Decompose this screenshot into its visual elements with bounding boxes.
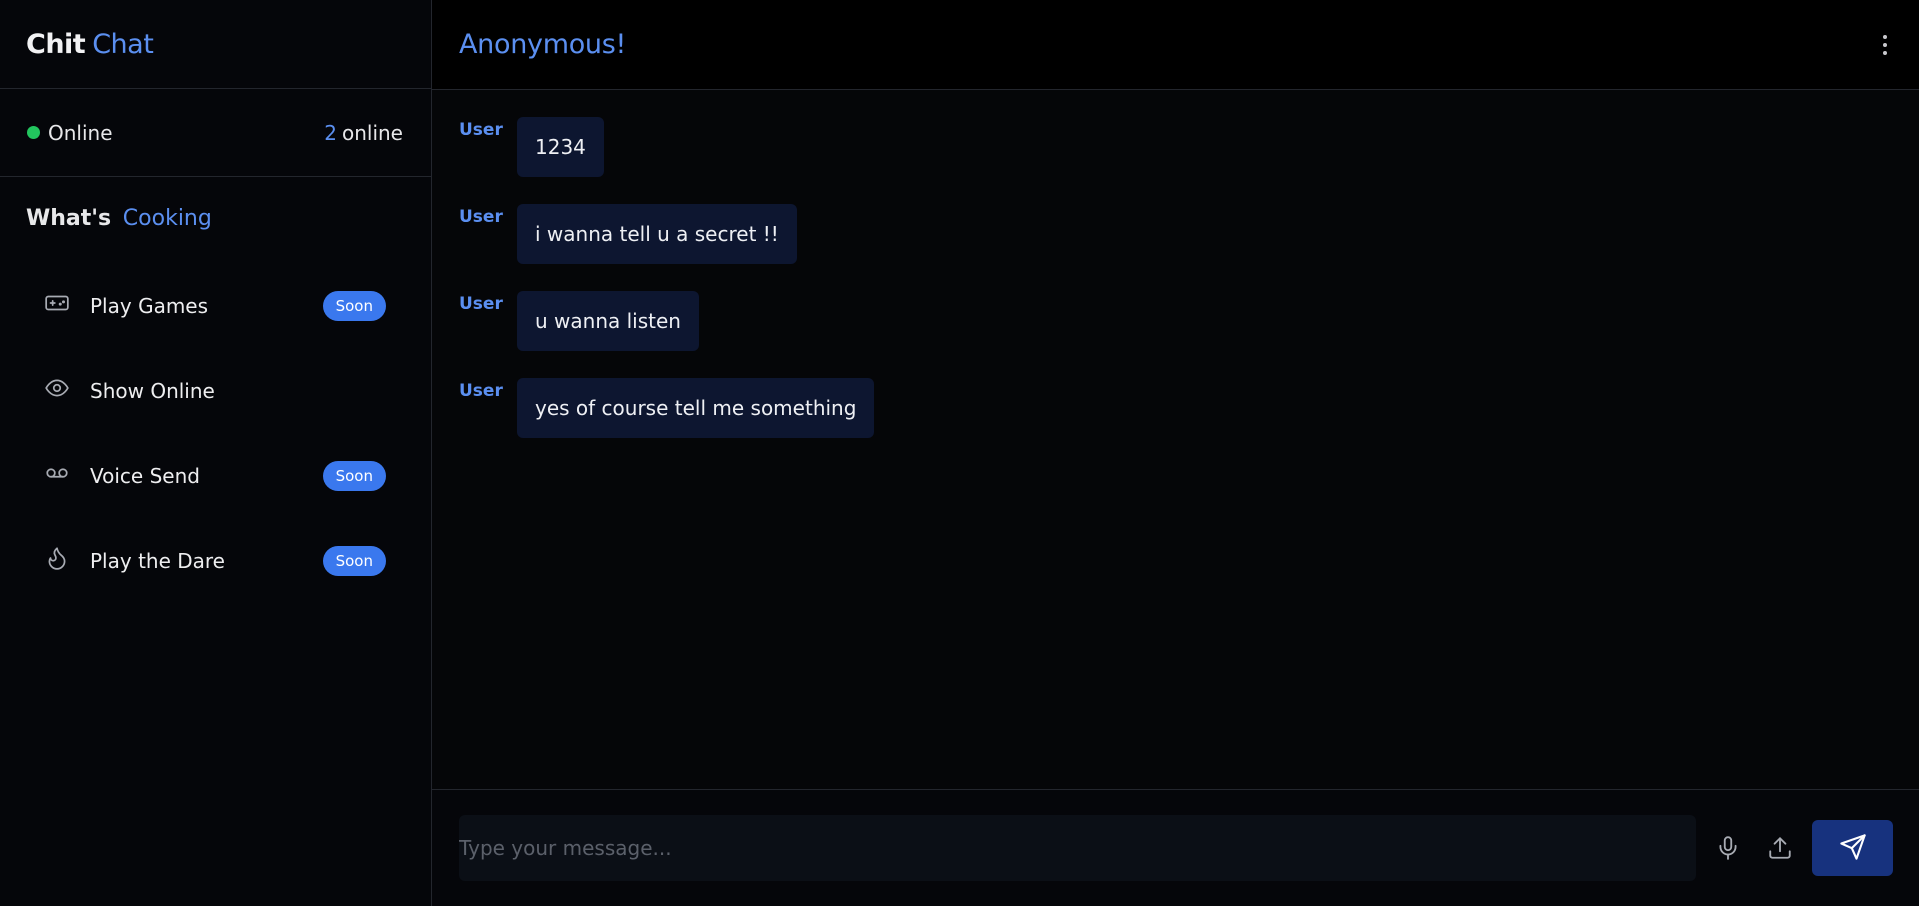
soon-badge: Soon [322, 545, 386, 576]
send-button[interactable] [1812, 820, 1893, 876]
feature-play-the-dare[interactable]: Play the Dare Soon [44, 518, 386, 603]
message-sender: User [459, 294, 503, 314]
message-sender: User [459, 207, 503, 227]
sidebar: Chit Chat Online 2online What's Cooking [0, 0, 432, 906]
online-status: Online 2 online [0, 89, 431, 177]
chat-panel: Anonymous! User 1234 User i wanna tell u… [432, 0, 1919, 906]
microphone-icon[interactable] [1708, 828, 1748, 868]
online-count-suffix: online [341, 120, 403, 145]
online-count-number: 2 [324, 120, 337, 145]
status-indicator: Online [27, 121, 113, 145]
message-composer [432, 789, 1919, 906]
feature-label: Voice Send [90, 463, 200, 488]
flame-icon [44, 545, 70, 576]
message-list: User 1234 User i wanna tell u a secret !… [432, 90, 1919, 789]
feature-label: Play the Dare [90, 548, 225, 573]
soon-badge: Soon [322, 460, 386, 491]
section-title: What's Cooking [0, 177, 431, 273]
soon-badge: Soon [322, 290, 386, 321]
app-logo: Chit Chat [0, 0, 431, 89]
feature-voice-send[interactable]: Voice Send Soon [44, 433, 386, 518]
online-dot-icon [27, 126, 40, 139]
message-bubble: 1234 [517, 117, 604, 177]
send-icon [1839, 833, 1867, 864]
message: User i wanna tell u a secret !! [459, 204, 1919, 264]
message: User yes of course tell me something [459, 378, 1919, 438]
app: Chit Chat Online 2online What's Cooking [0, 0, 1919, 906]
more-options-icon[interactable] [1879, 31, 1891, 59]
chat-title: Anonymous! [459, 29, 627, 60]
message: User u wanna listen [459, 291, 1919, 351]
feature-label: Show Online [90, 378, 215, 403]
brand-part-1: Chit [26, 28, 86, 60]
chat-header: Anonymous! [432, 0, 1919, 90]
message-bubble: i wanna tell u a secret !! [517, 204, 797, 264]
section-title-part-2: Cooking [122, 206, 212, 231]
feature-show-online[interactable]: Show Online [44, 348, 386, 433]
message-sender: User [459, 381, 503, 401]
upload-icon[interactable] [1760, 828, 1800, 868]
message-bubble: u wanna listen [517, 291, 699, 351]
message-bubble: yes of course tell me something [517, 378, 875, 438]
feature-label: Play Games [90, 293, 209, 318]
voicemail-icon [44, 460, 70, 491]
online-count: 2 online [324, 121, 403, 145]
message-input[interactable] [459, 815, 1696, 881]
section-title-part-1: What's [26, 206, 112, 231]
feature-list: Play Games Soon Show Online Voice Send S… [0, 273, 431, 613]
message-sender: User [459, 120, 503, 140]
status-label: Online [48, 120, 113, 145]
eye-icon [44, 375, 70, 406]
message: User 1234 [459, 117, 1919, 177]
gamepad-icon [44, 290, 70, 321]
feature-play-games[interactable]: Play Games Soon [44, 263, 386, 348]
brand-part-2: Chat [92, 28, 154, 60]
